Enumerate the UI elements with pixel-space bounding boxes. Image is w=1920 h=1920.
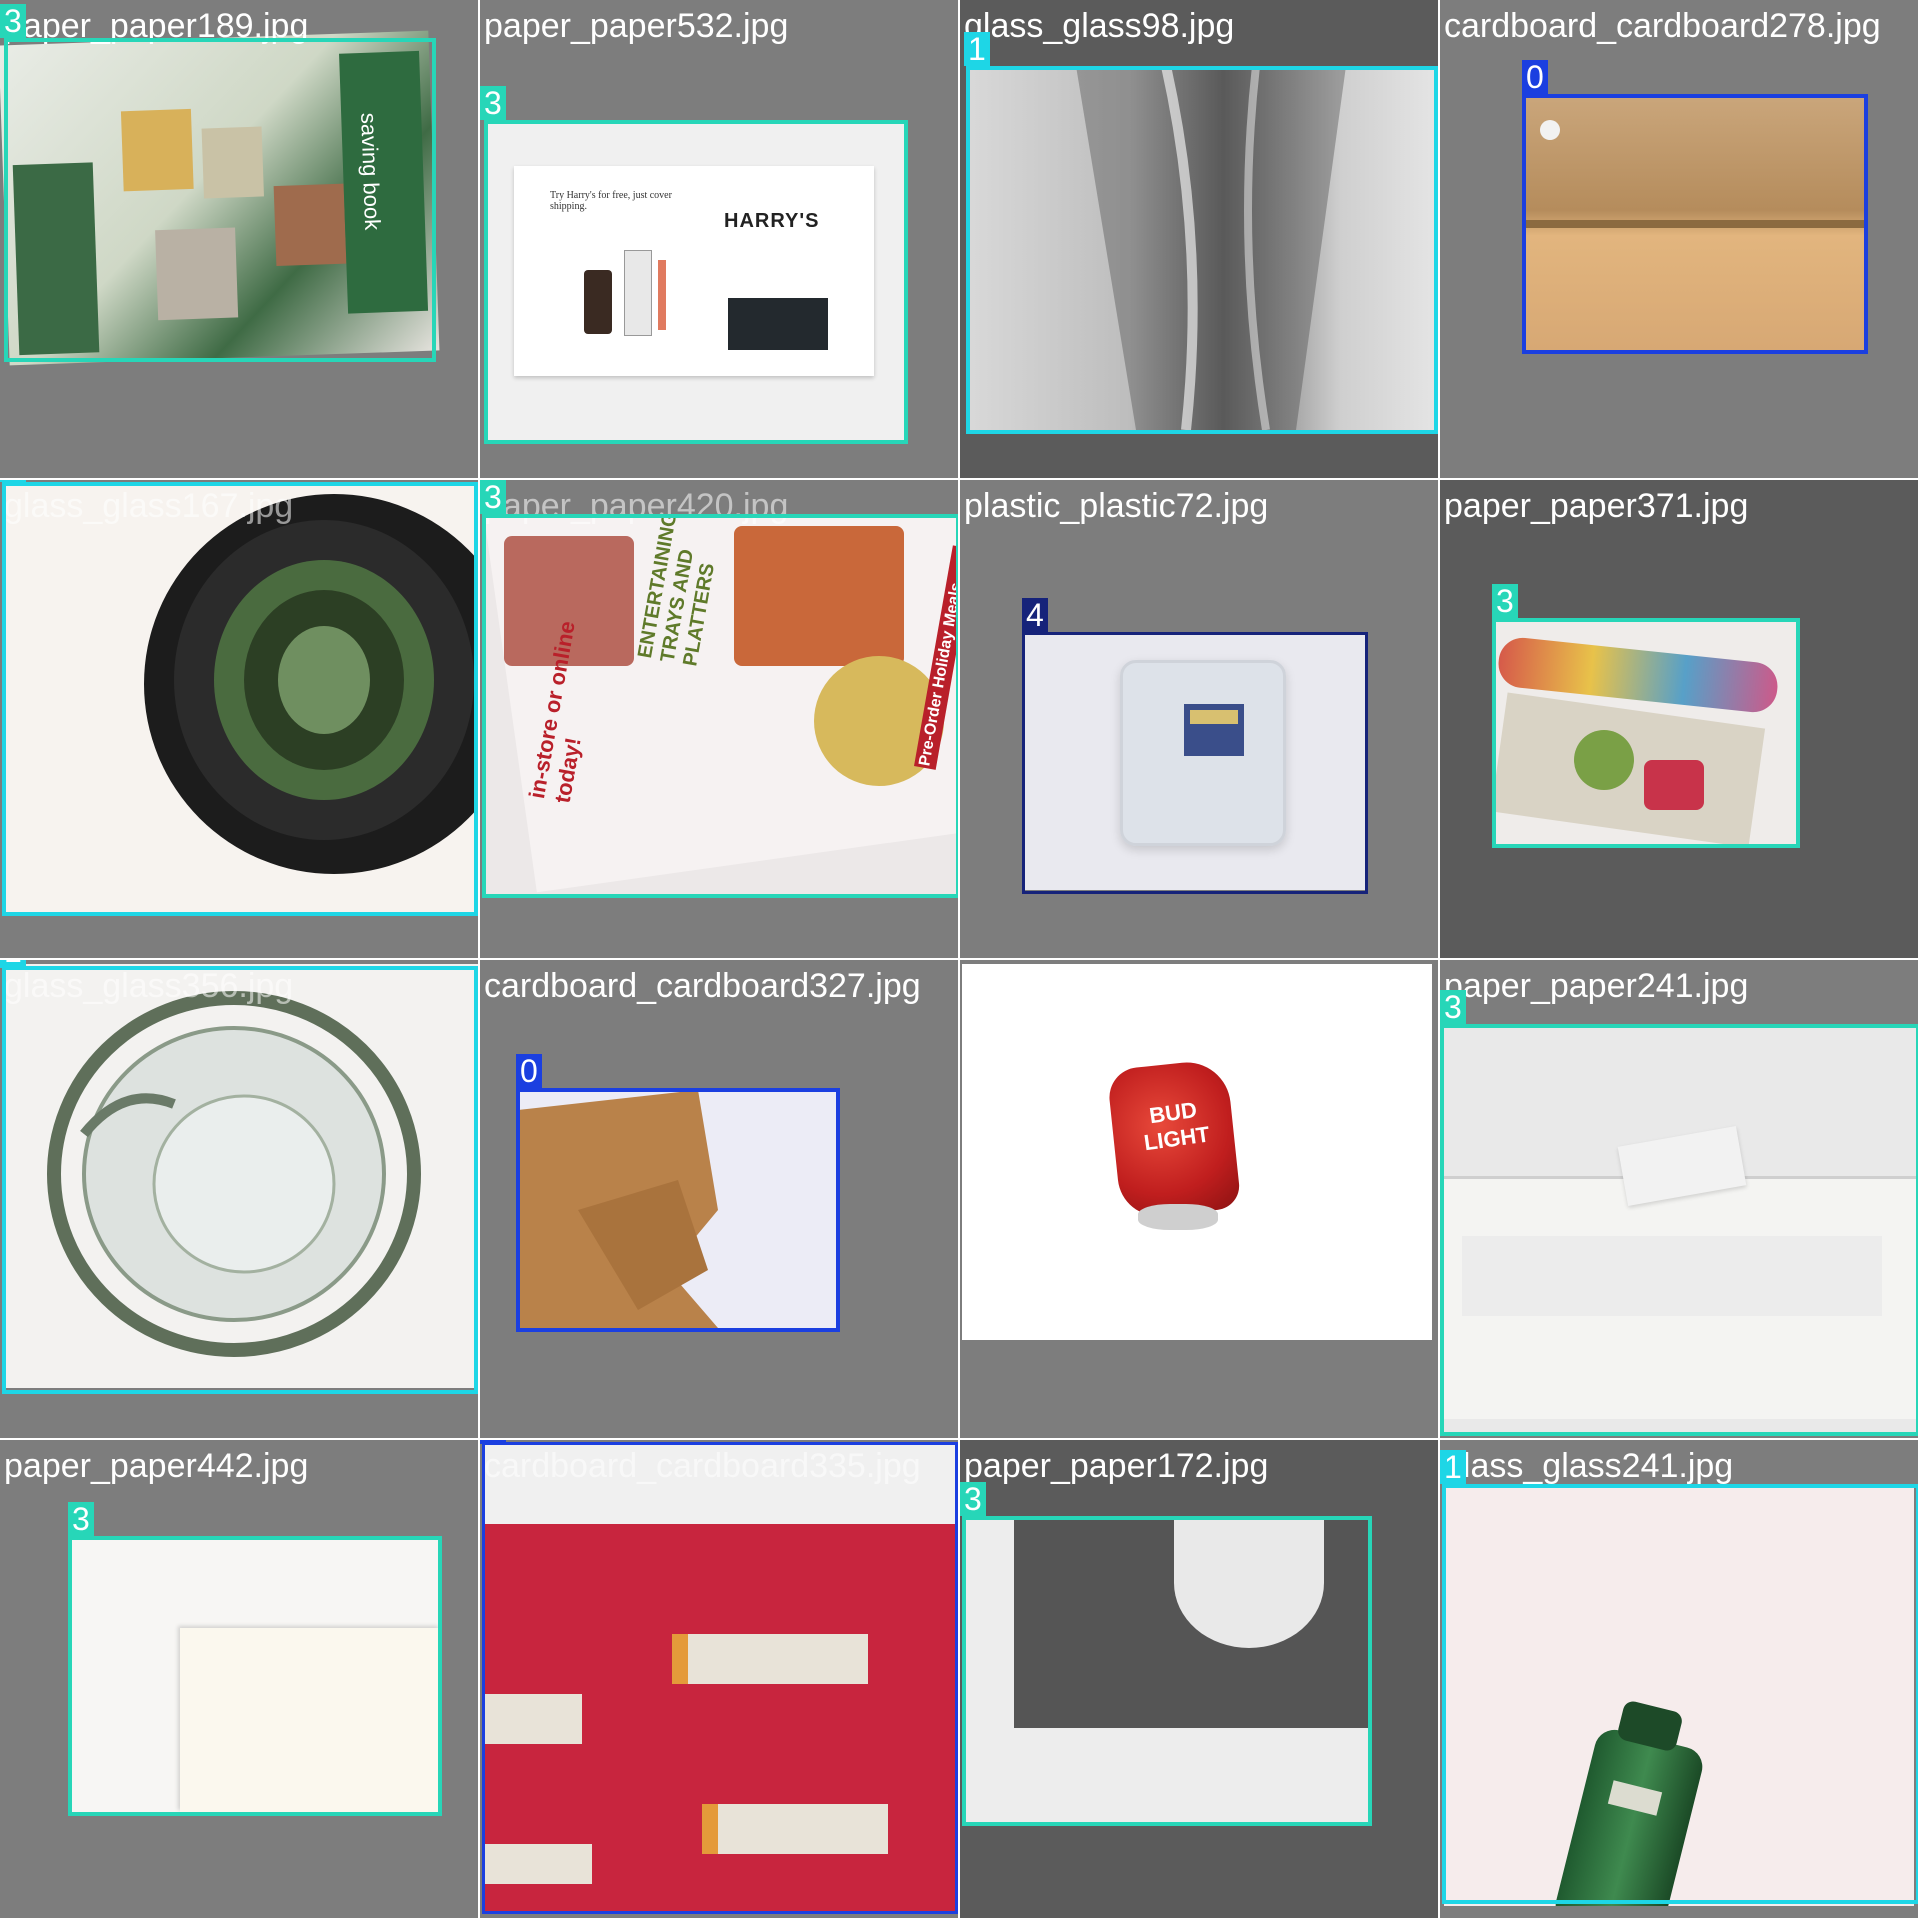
tile-filename: glass_glass98.jpg (964, 7, 1235, 45)
tile-cardboard327: cardboard_cardboard327.jpg 0 (480, 960, 960, 1440)
class-label: 3 (1492, 584, 1518, 618)
tile-filename: metal_metal203.jpg (964, 967, 1261, 1005)
crushed-can-photo: BUD LIGHT (962, 964, 1432, 1340)
tile-glass167: glass_glass167.jpg 1 (0, 480, 480, 960)
tile-filename: cardboard_cardboard327.jpg (484, 967, 921, 1005)
tile-cardboard335: cardboard_cardboard335.jpg 0 (480, 1440, 960, 1920)
bounding-box (966, 66, 1438, 434)
bounding-box (962, 1516, 1372, 1826)
class-label: 1 (964, 32, 990, 66)
tile-filename: paper_paper532.jpg (484, 7, 789, 45)
class-label: 1 (0, 480, 26, 482)
tile-filename: plastic_plastic72.jpg (964, 487, 1269, 525)
class-label: 3 (960, 1482, 986, 1516)
tile-glass98: glass_glass98.jpg 1 (960, 0, 1440, 480)
class-label: 1 (0, 960, 26, 968)
tile-cardboard278: cardboard_cardboard278.jpg 0 (1440, 0, 1920, 480)
detection-mosaic: saving book paper_paper189.jpg 3 Try Har… (0, 0, 1920, 1920)
bounding-box (484, 120, 908, 444)
class-label: 4 (1022, 598, 1048, 632)
bounding-box (482, 514, 958, 898)
tile-paper420: ENTERTAINING TRAYS AND PLATTERS in-store… (480, 480, 960, 960)
bounding-box (1022, 632, 1368, 894)
bounding-box (482, 1442, 958, 1914)
class-label: 0 (480, 1440, 506, 1444)
class-label: 0 (516, 1054, 542, 1088)
bounding-box (1442, 1484, 1918, 1904)
bounding-box (2, 482, 478, 916)
class-label: 0 (1522, 60, 1548, 94)
tile-filename: paper_paper172.jpg (964, 1447, 1269, 1485)
bounding-box (2, 966, 478, 1394)
class-label: 3 (1440, 990, 1466, 1024)
tile-metal203: BUD LIGHT metal_metal203.jpg 2 (960, 960, 1440, 1440)
tile-paper371: paper_paper371.jpg 3 (1440, 480, 1920, 960)
bounding-box (1440, 1024, 1918, 1436)
class-label: 3 (68, 1502, 94, 1536)
tile-paper172: paper_paper172.jpg 3 (960, 1440, 1440, 1920)
tile-paper241: paper_paper241.jpg 3 (1440, 960, 1920, 1440)
bounding-box (1492, 618, 1800, 848)
tile-glass241: glass_glass241.jpg 1 (1440, 1440, 1920, 1920)
tile-paper532: Try Harry's for free, just cover shippin… (480, 0, 960, 480)
class-label: 3 (480, 86, 506, 120)
tile-filename: glass_glass241.jpg (1444, 1447, 1734, 1485)
class-label: 2 (960, 960, 982, 966)
tile-paper442: paper_paper442.jpg 3 (0, 1440, 480, 1920)
tile-filename: paper_paper241.jpg (1444, 967, 1749, 1005)
bounding-box (68, 1536, 442, 1816)
tile-filename: paper_paper371.jpg (1444, 487, 1749, 525)
bounding-box (516, 1088, 840, 1332)
class-label: 3 (480, 480, 506, 514)
tile-paper189: saving book paper_paper189.jpg 3 (0, 0, 480, 480)
class-label: 1 (1440, 1450, 1466, 1484)
tile-filename: cardboard_cardboard278.jpg (1444, 7, 1881, 45)
class-label: 3 (0, 4, 26, 38)
tile-plastic72: plastic_plastic72.jpg 4 (960, 480, 1440, 960)
bounding-box (1522, 94, 1868, 354)
bounding-box (4, 38, 436, 362)
tile-filename: paper_paper442.jpg (4, 1447, 309, 1485)
tile-glass356: glass_glass356.jpg 1 (0, 960, 480, 1440)
